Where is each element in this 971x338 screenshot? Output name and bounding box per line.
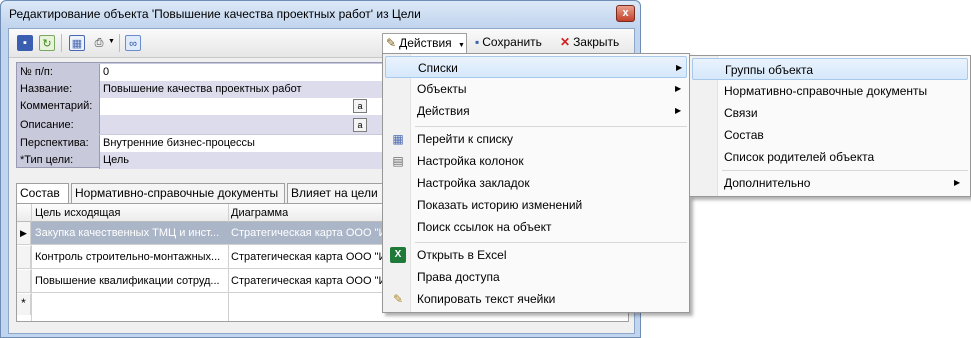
row-header [17,270,31,292]
submenu-item-object-groups[interactable]: Группы объекта [692,58,968,80]
menu-item-label: Группы объекта [725,63,814,77]
menu-item-column-settings[interactable]: ▤ Настройка колонок [385,150,687,172]
title-bar[interactable]: Редактирование объекта 'Повышение качест… [1,1,640,27]
menu-item-label: Настройка колонок [417,154,524,168]
goal-cell[interactable]: Закупка качественных ТМЦ и инст... [35,227,225,239]
submenu-arrow-icon: ▶ [675,106,682,115]
submenu-arrow-icon: ▶ [675,84,682,93]
menu-item-actions[interactable]: Действия ▶ [385,100,687,122]
menu-item-label: Поиск ссылок на объект [417,220,552,234]
window-close-button[interactable]: x [616,5,635,22]
actions-menu-button[interactable]: ✎ Действия ▼ [382,33,467,54]
diagram-cell[interactable]: Стратегическая карта ООО "И [231,251,391,263]
close-icon: ✕ [560,35,571,50]
menu-item-label: Копировать текст ячейки [417,292,556,306]
menu-item-label: Настройка закладок [417,176,530,190]
field-label: *Тип цели: [20,154,74,166]
field-label: Название: [20,83,73,95]
menu-item-label: Списки [418,61,458,75]
menu-item-label: Связи [724,106,758,120]
tab-reference-docs[interactable]: Нормативно-справочные документы [71,183,285,203]
menu-item-lists[interactable]: Списки ▶ [385,56,687,78]
menu-item-label: Дополнительно [724,176,811,190]
lists-submenu: Группы объекта Нормативно-справочные док… [689,55,971,197]
submenu-item-reference-docs[interactable]: Нормативно-справочные документы [692,80,968,102]
save-button[interactable]: ▪ Сохранить [472,33,554,54]
menu-item-label: Нормативно-справочные документы [724,84,928,98]
menu-item-label: Показать историю изменений [417,198,583,212]
excel-icon: X [390,247,406,263]
submenu-item-links[interactable]: Связи [692,102,968,124]
new-row-marker: * [17,294,31,315]
submenu-arrow-icon: ▶ [954,178,961,187]
brush-icon: ✎ [392,292,404,306]
save-disk-icon[interactable]: ▪ [17,35,33,51]
row-header [17,246,31,268]
save-label: Сохранить [482,35,542,49]
menu-item-copy-cell-text[interactable]: ✎ Копировать текст ячейки [385,288,687,310]
menu-item-find-references[interactable]: Поиск ссылок на объект [385,216,687,238]
table-view-icon[interactable]: ▦ [69,35,85,51]
menu-item-label: Состав [724,128,764,142]
goal-cell[interactable]: Контроль строительно-монтажных... [35,251,225,263]
menu-item-label: Права доступа [417,270,500,284]
submenu-item-additional[interactable]: Дополнительно ▶ [692,172,968,194]
menu-item-tab-settings[interactable]: Настройка закладок [385,172,687,194]
grid-icon: ▦ [392,132,404,146]
menu-item-label: Список родителей объекта [724,150,875,164]
diagram-cell[interactable]: Стратегическая карта ООО "И [231,275,391,287]
field-label: Описание: [20,119,74,131]
link-icon[interactable]: ∞ [125,35,141,51]
submenu-item-composition[interactable]: Состав [692,124,968,146]
tab-influences-goals[interactable]: Влияет на цели [287,183,386,203]
print-dropdown-arrow-icon[interactable]: ▼ [108,38,115,45]
refresh-icon[interactable]: ↻ [39,35,55,51]
menu-separator [415,242,687,243]
actions-icon: ✎ [386,36,397,51]
description-editor-icon[interactable]: a [353,118,367,132]
menu-item-open-excel[interactable]: X Открыть в Excel [385,244,687,266]
goal-cell[interactable]: Повышение квалификации сотруд... [35,275,225,287]
submenu-arrow-icon: ▶ [676,63,683,72]
field-label: Перспектива: [20,137,89,149]
actions-label: Действия [399,36,452,50]
close-label: Закрыть [573,35,620,49]
window-title: Редактирование объекта 'Повышение качест… [9,7,421,21]
menu-item-label: Перейти к списку [417,132,514,146]
column-header-diagram[interactable]: Диаграмма [231,207,288,219]
columns-settings-icon: ▤ [392,154,404,168]
menu-item-go-to-list[interactable]: ▦ Перейти к списку [385,128,687,150]
toolbar-separator [119,34,120,52]
diagram-cell[interactable]: Стратегическая карта ООО "И [231,227,391,239]
menu-item-objects[interactable]: Объекты ▶ [385,78,687,100]
menu-item-label: Объекты [417,82,467,96]
field-label: № п/п: [20,66,53,78]
save-icon: ▪ [475,35,480,50]
close-button[interactable]: ✕ Закрыть [557,33,627,54]
column-header-goal[interactable]: Цель исходящая [35,207,121,219]
submenu-item-parent-list[interactable]: Список родителей объекта [692,146,968,168]
field-label: Комментарий: [20,100,93,112]
actions-dropdown-menu: Списки ▶ Объекты ▶ Действия ▶ ▦ Перейти … [382,53,690,313]
toolbar-separator [61,34,62,52]
menu-item-access-rights[interactable]: Права доступа [385,266,687,288]
menu-item-label: Действия [417,104,470,118]
current-row-indicator: ▶ [17,222,31,244]
menu-separator [415,126,687,127]
menu-item-label: Открыть в Excel [417,248,507,262]
print-icon[interactable]: ⎙ [91,35,107,51]
menu-item-change-history[interactable]: Показать историю изменений [385,194,687,216]
comment-editor-icon[interactable]: a [353,99,367,113]
chevron-down-icon: ▼ [457,42,465,49]
tab-composition[interactable]: Состав [16,183,69,204]
menu-separator [722,170,968,171]
